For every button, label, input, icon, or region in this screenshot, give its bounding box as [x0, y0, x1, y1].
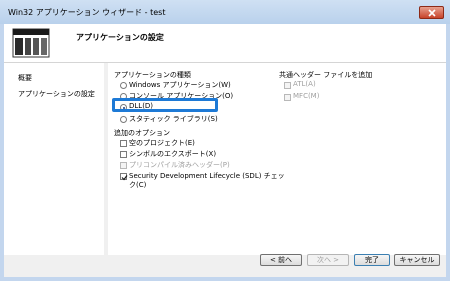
nav-item-app-settings[interactable]: アプリケーションの設定 — [18, 89, 95, 99]
checkbox-export-symbols[interactable] — [120, 151, 127, 158]
page-title: アプリケーションの設定 — [76, 33, 164, 42]
option-export-symbols-label[interactable]: シンボルのエクスポート(X) — [129, 149, 216, 159]
option-precompiled-header-label[interactable]: プリコンパイル済みヘッダー(P) — [129, 160, 230, 170]
app-type-group-title: アプリケーションの種類 — [114, 71, 191, 79]
checkbox-precompiled-header[interactable] — [120, 162, 127, 169]
radio-static-library[interactable] — [120, 116, 127, 123]
option-empty-project-label[interactable]: 空のプロジェクト(E) — [129, 138, 195, 148]
common-headers-group-title: 共通ヘッダー ファイルを追加 — [279, 71, 373, 79]
option-sdl-checks-label[interactable]: Security Development Lifecycle (SDL) チェッ — [129, 171, 285, 181]
checkbox-atl[interactable] — [284, 82, 291, 89]
additional-options-group-title: 追加のオプション — [114, 129, 170, 137]
finish-button[interactable]: 完了 — [354, 254, 390, 266]
checkmark-icon — [121, 175, 128, 181]
cancel-button[interactable]: キャンセル — [394, 254, 440, 266]
checkbox-empty-project[interactable] — [120, 140, 127, 147]
wizard-navigation: 概要 アプリケーションの設定 — [4, 63, 104, 255]
window-frame-bottom — [0, 277, 450, 281]
close-button[interactable] — [419, 6, 444, 19]
wizard-window: Win32 アプリケーション ウィザード - test アプリケーションの設定 … — [0, 0, 450, 281]
checkbox-sdl-checks[interactable] — [120, 173, 128, 181]
checkbox-mfc[interactable] — [284, 94, 291, 101]
option-windows-app-label[interactable]: Windows アプリケーション(W) — [129, 80, 231, 90]
next-button[interactable]: 次へ > — [307, 254, 349, 266]
selection-highlight-box — [112, 98, 218, 112]
nav-item-overview[interactable]: 概要 — [18, 73, 32, 83]
prev-button[interactable]: < 前へ — [260, 254, 302, 266]
option-sdl-checks-label-wrap[interactable]: ク(C) — [129, 180, 146, 190]
option-static-library-label[interactable]: スタティック ライブラリ(S) — [129, 114, 218, 124]
application-window-icon — [12, 28, 50, 58]
window-title: Win32 アプリケーション ウィザード - test — [8, 8, 166, 17]
option-atl-label[interactable]: ATL(A) — [293, 80, 316, 88]
window-frame-right — [446, 24, 450, 281]
wizard-header: アプリケーションの設定 — [4, 24, 446, 63]
close-icon — [428, 9, 436, 17]
title-bar[interactable]: Win32 アプリケーション ウィザード - test — [0, 0, 450, 24]
radio-windows-app[interactable] — [120, 82, 127, 89]
option-mfc-label[interactable]: MFC(M) — [293, 92, 319, 100]
